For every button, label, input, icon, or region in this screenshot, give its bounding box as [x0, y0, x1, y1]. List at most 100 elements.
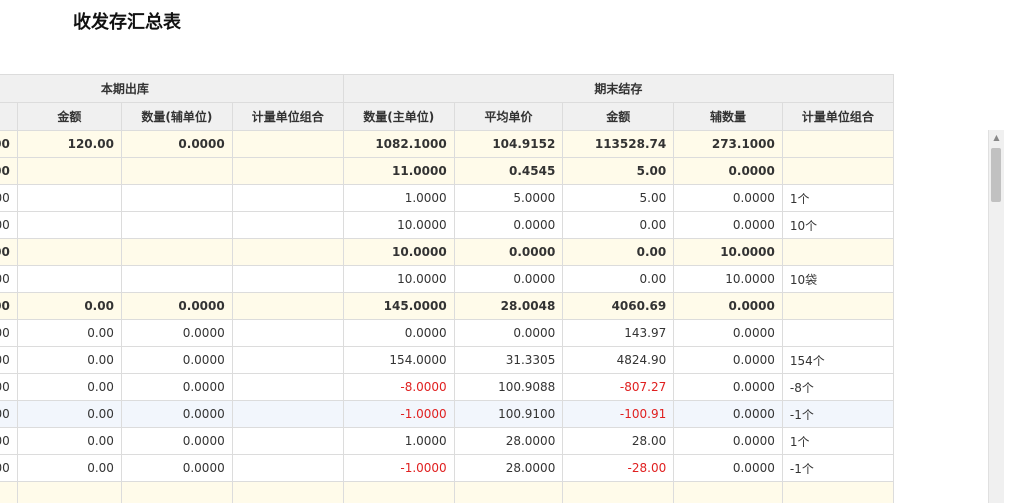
table-cell[interactable]: 113528.74: [562, 130, 675, 158]
table-cell[interactable]: 154.0000: [342, 346, 455, 374]
table-cell[interactable]: 0.0000: [120, 427, 233, 455]
table-cell[interactable]: 0.0000: [120, 454, 233, 482]
table-row[interactable]: 0.00000.000.0000-1.000028.0000-28.000.00…: [0, 454, 895, 482]
table-cell[interactable]: 31.3305: [453, 346, 564, 374]
table-cell[interactable]: 4824.90: [562, 346, 675, 374]
table-cell[interactable]: [16, 238, 122, 266]
table-cell[interactable]: 4060.69: [562, 292, 675, 320]
table-cell[interactable]: 143.97: [562, 319, 675, 347]
table-cell[interactable]: 0.0000: [673, 292, 783, 320]
table-cell[interactable]: 100.9100: [453, 400, 564, 428]
table-cell[interactable]: [120, 238, 233, 266]
table-cell[interactable]: [231, 211, 344, 239]
table-cell[interactable]: 0.00: [562, 265, 675, 293]
table-cell[interactable]: [342, 481, 455, 503]
table-cell[interactable]: 0.0000: [673, 400, 783, 428]
table-cell[interactable]: [231, 238, 344, 266]
column-header[interactable]: 计量单位组合: [781, 102, 895, 131]
table-cell[interactable]: 0.0000: [120, 292, 233, 320]
subtotal-row[interactable]: 0.00000.000.0000145.000028.00484060.690.…: [0, 292, 895, 320]
table-cell[interactable]: 0.00: [16, 427, 122, 455]
table-cell[interactable]: 11.0000: [342, 157, 455, 185]
table-cell[interactable]: 5.00: [562, 184, 675, 212]
table-cell[interactable]: 100.9088: [453, 373, 564, 401]
table-cell[interactable]: [120, 157, 233, 185]
table-row[interactable]: 0.00001.00005.00005.000.00001个: [0, 184, 895, 212]
table-cell[interactable]: 0.0000: [0, 346, 18, 374]
column-header[interactable]: 辅数量: [673, 102, 783, 131]
table-cell[interactable]: [231, 292, 344, 320]
table-cell[interactable]: 0.0000: [453, 319, 564, 347]
table-cell[interactable]: 0.0000: [453, 265, 564, 293]
table-row[interactable]: 0.00000.000.00001.000028.000028.000.0000…: [0, 427, 895, 455]
table-cell[interactable]: -807.27: [562, 373, 675, 401]
table-cell[interactable]: 0.0000: [0, 238, 18, 266]
table-cell[interactable]: 120.00: [16, 130, 122, 158]
table-cell[interactable]: 0.0000: [0, 157, 18, 185]
table-row[interactable]: 0.00000.000.0000-8.0000100.9088-807.270.…: [0, 373, 895, 401]
table-cell[interactable]: -1个: [781, 400, 895, 428]
table-cell[interactable]: -1.0000: [342, 454, 455, 482]
vertical-scrollbar[interactable]: ▲: [988, 130, 1004, 503]
table-cell[interactable]: [231, 184, 344, 212]
table-cell[interactable]: -8个: [781, 373, 895, 401]
table-cell[interactable]: [120, 265, 233, 293]
table-cell[interactable]: [231, 319, 344, 347]
table-cell[interactable]: 10袋: [781, 265, 895, 293]
table-cell[interactable]: [231, 346, 344, 374]
table-row[interactable]: 0.00000.000.00000.00000.0000143.970.0000: [0, 319, 895, 347]
table-cell[interactable]: [16, 481, 122, 503]
table-row[interactable]: 0.000010.00000.00000.0010.000010袋: [0, 265, 895, 293]
table-cell[interactable]: -8.0000: [342, 373, 455, 401]
table-cell[interactable]: 0.0000: [673, 427, 783, 455]
table-cell[interactable]: 10个: [781, 211, 895, 239]
table-cell[interactable]: [231, 157, 344, 185]
table-cell[interactable]: [16, 184, 122, 212]
table-cell[interactable]: [231, 454, 344, 482]
table-cell[interactable]: 10.0000: [342, 265, 455, 293]
column-header[interactable]: 数量(主单位): [0, 102, 18, 131]
table-cell[interactable]: 0.0000: [120, 400, 233, 428]
table-cell[interactable]: [120, 211, 233, 239]
table-cell[interactable]: 0.0000: [453, 211, 564, 239]
table-cell[interactable]: -100.91: [562, 400, 675, 428]
table-cell[interactable]: 0.00: [16, 373, 122, 401]
table-cell[interactable]: 104.9152: [453, 130, 564, 158]
table-row[interactable]: 0.00000.000.0000154.000031.33054824.900.…: [0, 346, 895, 374]
table-cell[interactable]: 0.0000: [0, 211, 18, 239]
table-cell[interactable]: 10.0000: [342, 211, 455, 239]
scroll-up-arrow-icon[interactable]: ▲: [989, 130, 1004, 146]
table-row[interactable]: 0.000010.00000.00000.000.000010个: [0, 211, 895, 239]
table-cell[interactable]: 0.0000: [120, 319, 233, 347]
table-cell[interactable]: [781, 319, 895, 347]
table-cell[interactable]: -28.00: [562, 454, 675, 482]
table-cell[interactable]: 0.0000: [0, 454, 18, 482]
table-cell[interactable]: 10.0000: [673, 265, 783, 293]
table-cell[interactable]: [231, 265, 344, 293]
table-cell[interactable]: 0.0000: [673, 319, 783, 347]
table-cell[interactable]: [781, 481, 895, 503]
table-cell[interactable]: [16, 265, 122, 293]
scrollbar-thumb[interactable]: [991, 148, 1001, 202]
subtotal-row[interactable]: 0.000010.00000.00000.0010.0000: [0, 238, 895, 266]
column-header[interactable]: 金额: [562, 102, 675, 131]
subtotal-row[interactable]: [0, 481, 895, 503]
table-cell[interactable]: [453, 481, 564, 503]
table-cell[interactable]: 0.00: [562, 238, 675, 266]
table-cell[interactable]: 0.0000: [673, 184, 783, 212]
table-cell[interactable]: 0.00: [16, 454, 122, 482]
table-cell[interactable]: [120, 184, 233, 212]
table-cell[interactable]: 0.0000: [673, 157, 783, 185]
table-row[interactable]: 0.00000.000.0000-1.0000100.9100-100.910.…: [0, 400, 895, 428]
table-cell[interactable]: 0.0000: [453, 238, 564, 266]
table-cell[interactable]: 10.0000: [673, 238, 783, 266]
table-cell[interactable]: 273.1000: [673, 130, 783, 158]
table-cell[interactable]: 0.0000: [120, 373, 233, 401]
table-cell[interactable]: 1.0000: [342, 184, 455, 212]
table-cell[interactable]: [120, 481, 233, 503]
table-cell[interactable]: 5.0000: [453, 184, 564, 212]
table-cell[interactable]: 0.00: [16, 346, 122, 374]
table-cell[interactable]: 145.0000: [342, 292, 455, 320]
table-cell[interactable]: 0.0000: [673, 346, 783, 374]
table-cell[interactable]: [781, 157, 895, 185]
